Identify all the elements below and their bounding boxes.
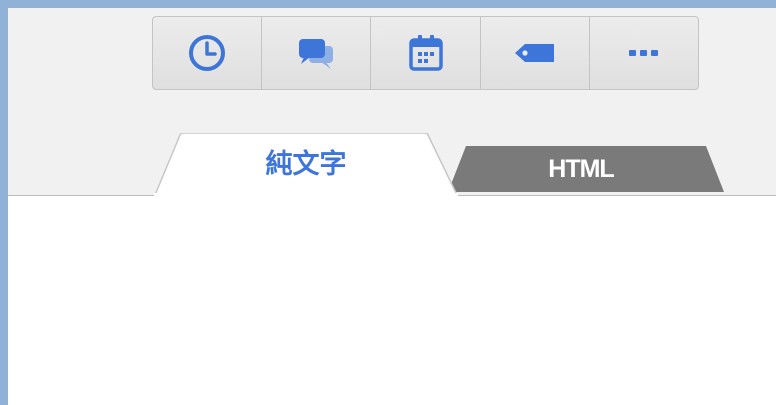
tag-icon: [514, 44, 554, 62]
toolbar: [152, 16, 699, 90]
window-frame: HTML 純文字: [0, 0, 776, 405]
tag-button[interactable]: [481, 17, 590, 89]
tab-html[interactable]: HTML: [440, 146, 724, 192]
more-button[interactable]: [590, 17, 698, 89]
clock-icon: [189, 35, 226, 71]
more-icon: [628, 50, 658, 56]
editor-header: HTML 純文字: [8, 8, 776, 196]
format-tabs: HTML 純文字: [8, 128, 776, 198]
tab-html-label: HTML: [548, 154, 614, 183]
calendar-icon: [408, 35, 443, 71]
editor-panel: HTML 純文字: [8, 8, 776, 405]
tab-plain-text[interactable]: 純文字: [154, 133, 458, 196]
message-editor-area[interactable]: [8, 196, 776, 405]
history-button[interactable]: [153, 17, 263, 89]
calendar-button[interactable]: [371, 17, 481, 89]
chat-icon: [299, 39, 334, 69]
tab-plain-label: 純文字: [265, 149, 347, 180]
chat-button[interactable]: [262, 17, 372, 89]
